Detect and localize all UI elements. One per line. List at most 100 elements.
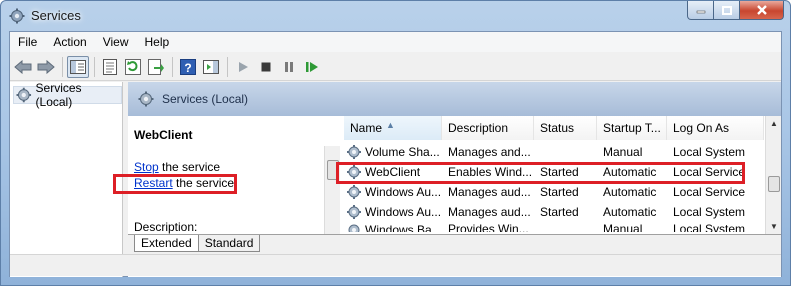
extended-scrollbar[interactable]	[324, 146, 340, 234]
cell-log-on-as: Local System	[673, 205, 746, 219]
restart-service-icon	[306, 61, 318, 72]
tab-standard[interactable]: Standard	[197, 235, 261, 252]
forward-icon	[37, 59, 55, 74]
export-list-icon	[148, 58, 164, 75]
scroll-up-icon[interactable]: ▲	[770, 119, 778, 128]
column-label: Status	[540, 121, 575, 135]
cell-startup-type: Manual	[603, 222, 643, 232]
cell-name: Windows Au...	[344, 184, 442, 200]
toolbar-separator	[62, 56, 63, 77]
toolbar-separator	[172, 56, 173, 77]
stop-service-text: the service	[158, 160, 221, 174]
maximize-icon	[721, 5, 732, 15]
cell-status: Started	[540, 185, 579, 199]
column-label: Description	[448, 121, 509, 135]
sort-ascending-icon: ▲	[386, 120, 395, 130]
cell-log-on-as: Local Service	[673, 185, 746, 199]
list-rows: Volume Sha... Manages and... Manual Loca…	[344, 142, 764, 232]
properties-button[interactable]	[99, 56, 121, 78]
cell-name: Windows Ba...	[344, 222, 442, 232]
show-hide-action-pane-icon	[203, 59, 219, 74]
selected-service-name: WebClient	[134, 128, 193, 142]
back-icon	[14, 59, 32, 74]
table-row[interactable]: Volume Sha... Manages and... Manual Loca…	[344, 142, 764, 162]
client-area: File Action View Help ? Services (Local)…	[9, 31, 782, 277]
start-service-button[interactable]	[232, 56, 254, 78]
cell-description: Provides Win...	[448, 222, 529, 232]
tree-item-services-local[interactable]: Services (Local)	[13, 81, 122, 109]
menu-action[interactable]: Action	[45, 32, 94, 52]
table-row-partial[interactable]: Windows Ba... Provides Win... Manual Loc…	[344, 222, 764, 232]
close-icon	[756, 5, 767, 15]
help-icon: ?	[180, 58, 196, 75]
pane-header-title: Services (Local)	[162, 92, 249, 106]
cell-status: Started	[540, 205, 579, 219]
restart-annotation-box	[113, 174, 237, 194]
service-gear-icon	[347, 185, 361, 199]
cell-text: Volume Sha...	[365, 145, 440, 159]
list-header: ▲ Name Description Status Startup T... L…	[344, 116, 764, 140]
refresh-icon	[125, 58, 141, 75]
table-row[interactable]: Windows Au... Manages aud... Started Aut…	[344, 202, 764, 222]
column-header-name[interactable]: ▲ Name	[344, 116, 442, 140]
cell-text: Windows Au...	[365, 185, 442, 199]
toolbar-separator	[94, 56, 95, 77]
cell-startup-type: Automatic	[603, 185, 657, 199]
close-button[interactable]	[740, 1, 784, 20]
cell-text: Windows Au...	[365, 205, 442, 219]
maximize-button[interactable]	[714, 1, 740, 20]
title-bar[interactable]: Services	[1, 1, 790, 31]
export-list-button[interactable]	[145, 56, 167, 78]
menu-view[interactable]: View	[95, 32, 137, 52]
scroll-down-icon[interactable]: ▼	[770, 222, 778, 231]
show-hide-console-tree-icon	[70, 59, 86, 74]
start-service-icon	[239, 61, 248, 72]
properties-icon	[103, 58, 117, 75]
services-gear-icon	[138, 91, 154, 107]
pause-service-button[interactable]	[278, 56, 300, 78]
column-header-description[interactable]: Description	[442, 116, 534, 140]
menu-bar: File Action View Help	[10, 32, 781, 52]
list-scrollbar[interactable]: ▲ ▼	[765, 116, 781, 234]
column-label: Log On As	[673, 121, 730, 135]
show-hide-action-pane-button[interactable]	[200, 56, 222, 78]
refresh-button[interactable]	[122, 56, 144, 78]
cell-description: Manages aud...	[448, 185, 531, 199]
service-gear-icon	[347, 145, 361, 159]
description-label: Description:	[134, 220, 198, 234]
menu-help[interactable]: Help	[137, 32, 178, 52]
cell-description: Manages and...	[448, 145, 531, 159]
stop-service-link[interactable]: Stop	[134, 160, 159, 174]
tab-extended[interactable]: Extended	[134, 235, 199, 252]
cell-text: Windows Ba...	[365, 223, 442, 232]
svg-text:?: ?	[184, 61, 191, 75]
forward-button[interactable]	[35, 56, 57, 78]
stop-service-line: Stop the service	[134, 160, 220, 174]
help-button[interactable]: ?	[177, 56, 199, 78]
restart-service-button[interactable]	[301, 56, 323, 78]
cell-description: Manages aud...	[448, 205, 531, 219]
view-tabs: Extended Standard	[128, 234, 781, 254]
minimize-button[interactable]	[687, 1, 714, 20]
service-gear-icon	[348, 224, 360, 232]
menu-file[interactable]: File	[10, 32, 45, 52]
stop-service-icon	[261, 62, 271, 71]
column-header-log-on-as[interactable]: Log On As	[667, 116, 764, 140]
status-bar	[10, 254, 781, 276]
cell-name: Windows Au...	[344, 204, 442, 220]
tree-item-label: Services (Local)	[35, 81, 82, 109]
column-header-startup-type[interactable]: Startup T...	[597, 116, 667, 140]
pause-service-icon	[285, 61, 293, 72]
cell-startup-type: Automatic	[603, 205, 657, 219]
table-row[interactable]: Windows Au... Manages aud... Started Aut…	[344, 182, 764, 202]
webclient-annotation-box	[336, 162, 745, 184]
services-gear-icon	[16, 87, 32, 103]
back-button[interactable]	[12, 56, 34, 78]
cell-name: Volume Sha...	[344, 144, 442, 160]
scrollbar-thumb[interactable]	[768, 176, 780, 192]
toolbar-separator	[227, 56, 228, 77]
show-hide-console-tree-button[interactable]	[67, 55, 89, 78]
window-title: Services	[31, 8, 81, 23]
stop-service-button[interactable]	[255, 56, 277, 78]
column-header-status[interactable]: Status	[534, 116, 597, 140]
